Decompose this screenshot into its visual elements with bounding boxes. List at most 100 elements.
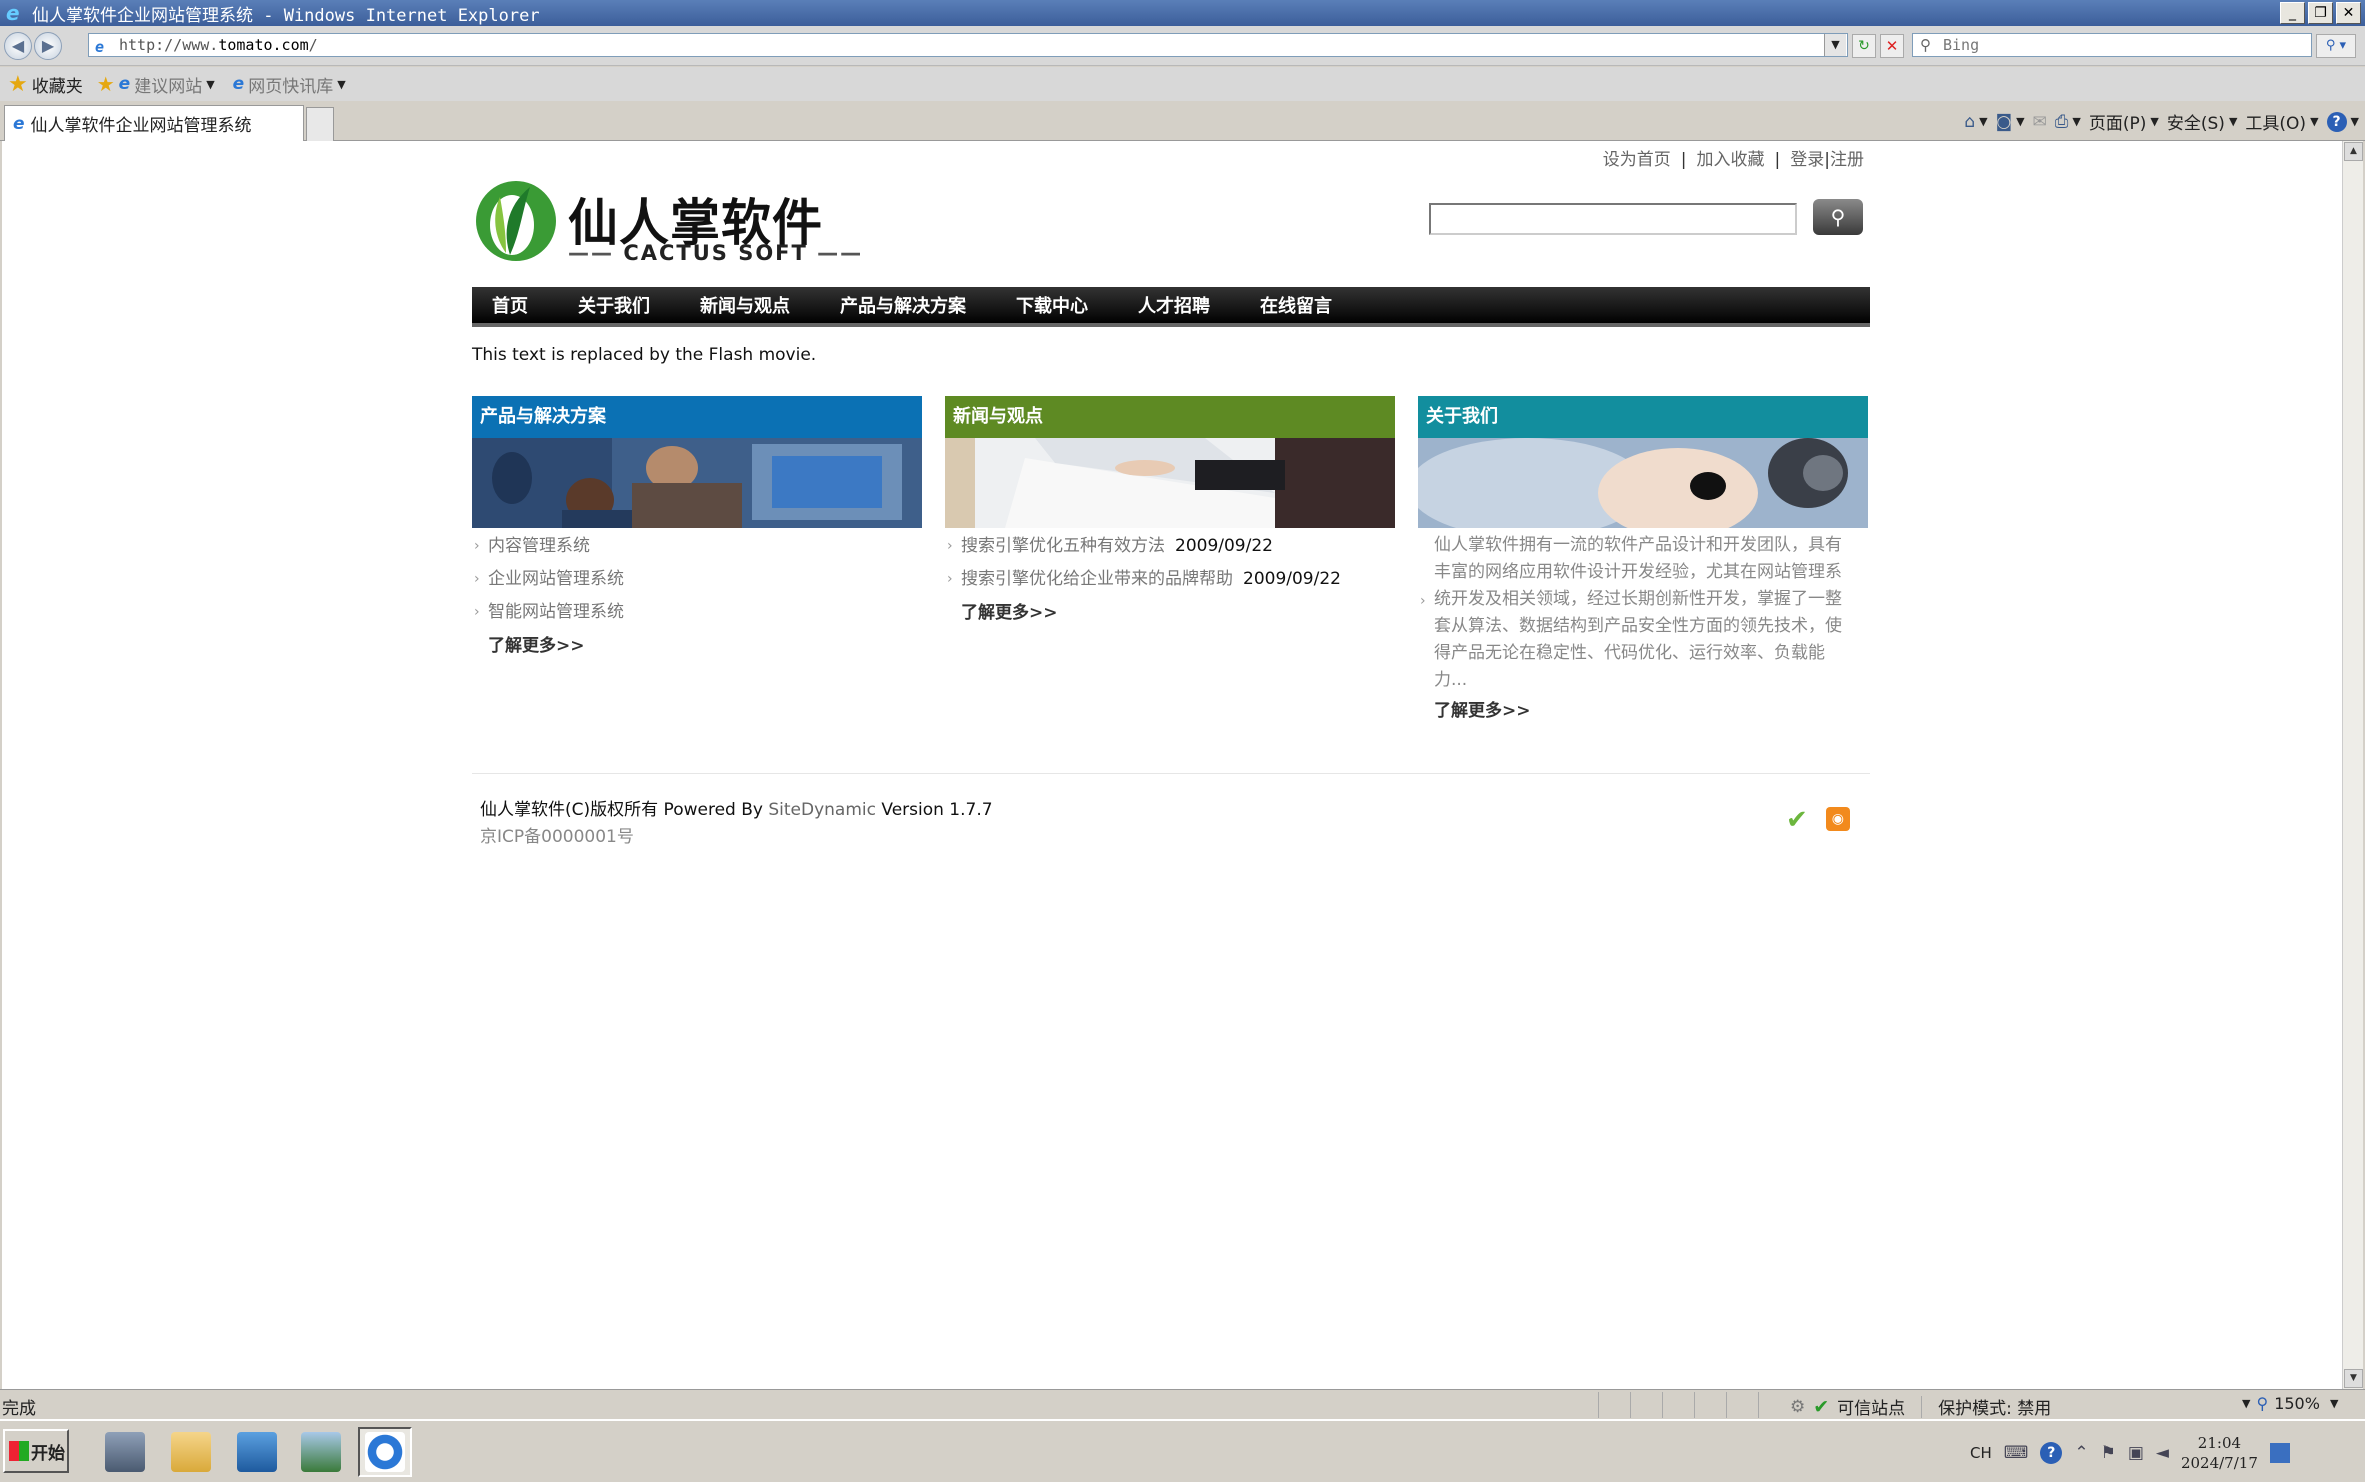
volume-muted-icon[interactable]: ◄ (2156, 1443, 2169, 1463)
ie-taskbar-button[interactable] (358, 1427, 412, 1477)
address-input[interactable]: e http://www.tomato.com/ (88, 33, 1848, 57)
powershell-launcher[interactable] (230, 1427, 284, 1477)
add-favorite-icon: ★ (96, 72, 115, 96)
clock-time: 21:04 (2197, 1434, 2242, 1452)
web-slice-gallery-link[interactable]: e 网页快讯库 ▼ (233, 72, 346, 97)
network-launcher[interactable] (294, 1427, 348, 1477)
chevron-down-icon: ▼ (2228, 115, 2238, 128)
language-indicator[interactable]: CH (1970, 1444, 1992, 1462)
address-dropdown-button[interactable]: ▼ (1824, 34, 1846, 56)
keyboard-icon[interactable]: ⌨ (2004, 1443, 2029, 1463)
sitedynamic-link[interactable]: SiteDynamic (768, 800, 876, 820)
login-link[interactable]: 登录 (1790, 150, 1824, 170)
divider: | (1680, 150, 1687, 170)
nav-products[interactable]: 产品与解决方案 (840, 292, 966, 318)
suggested-sites-link[interactable]: ★ e 建议网站 ▼ (97, 72, 215, 97)
vertical-scrollbar[interactable]: ▲ ▼ (2342, 141, 2363, 1389)
minimize-button[interactable]: _ (2280, 2, 2305, 24)
explorer-launcher[interactable] (164, 1427, 218, 1477)
list-item[interactable]: 内容管理系统 (472, 530, 922, 563)
action-center-flag-icon[interactable]: ⚑ (2101, 1443, 2116, 1463)
home-icon: ⌂ (1964, 111, 1976, 132)
news-more-link[interactable]: 了解更多>> (945, 596, 1395, 630)
tools-menu-label: 工具(O) (2245, 114, 2307, 134)
about-header: 关于我们 (1418, 396, 1868, 438)
nav-about[interactable]: 关于我们 (578, 292, 650, 318)
nav-jobs[interactable]: 人才招聘 (1138, 292, 1210, 318)
forward-button[interactable]: ▶ (34, 32, 62, 60)
rss-icon: ◙ (1995, 111, 2013, 132)
chevron-down-icon: ▼ (2072, 115, 2081, 128)
stop-button[interactable]: ✕ (1880, 34, 1904, 58)
nav-home[interactable]: 首页 (492, 292, 528, 318)
list-item[interactable]: 智能网站管理系统 (472, 596, 922, 629)
page-viewport: 设为首页 | 加入收藏 | 登录|注册 仙人掌软件 —— CACTUS SOFT —— … (2, 141, 2342, 1389)
zoom-control[interactable]: ▼ ⚲ 150% ▼ (2238, 1394, 2338, 1413)
help-button[interactable]: ? ▼ (2326, 111, 2359, 132)
nav-news[interactable]: 新闻与观点 (700, 292, 790, 318)
tools-menu[interactable]: 工具(O) ▼ (2245, 109, 2318, 134)
cactus-leaf-icon (476, 181, 556, 261)
rss-icon[interactable]: ◉ (1825, 807, 1850, 831)
news-image (945, 438, 1395, 528)
nav-download[interactable]: 下载中心 (1016, 292, 1088, 318)
mail-button[interactable]: ✉ (2033, 112, 2047, 132)
safety-menu[interactable]: 安全(S) ▼ (2167, 109, 2238, 134)
restore-button[interactable]: ❐ (2308, 2, 2333, 24)
home-button[interactable]: ⌂ ▼ (1964, 112, 1987, 132)
url-host: tomato.com (218, 36, 309, 54)
validated-check-icon[interactable]: ✔ (1786, 807, 1808, 833)
register-link[interactable]: 注册 (1830, 150, 1864, 170)
help-icon[interactable]: ? (2040, 1442, 2063, 1464)
expand-tray-icon[interactable]: ⌃ (2074, 1443, 2088, 1463)
url-prefix: http://www. (119, 36, 219, 54)
products-more-link[interactable]: 了解更多>> (472, 629, 922, 663)
mail-icon: ✉ (2032, 111, 2047, 132)
list-item[interactable]: 搜索引擎优化五种有效方法 2009/09/22 (945, 530, 1395, 563)
zone-label: 可信站点 (1837, 1399, 1906, 1419)
scroll-down-arrow[interactable]: ▼ (2344, 1369, 2363, 1388)
about-more-link[interactable]: 了解更多>> (1418, 694, 1868, 728)
print-button[interactable]: ⎙ ▼ (2055, 112, 2081, 132)
zoom-icon: ⚲ (2256, 1394, 2269, 1413)
search-go-button[interactable]: ⚲ ▾ (2316, 34, 2356, 58)
tab-active[interactable]: e 仙人掌软件企业网站管理系统 (4, 105, 304, 141)
feeds-button[interactable]: ◙ ▼ (1996, 112, 2025, 132)
page-menu-label: 页面(P) (2088, 114, 2147, 134)
show-desktop-button[interactable] (2269, 1443, 2290, 1463)
refresh-button[interactable]: ↻ (1852, 34, 1876, 58)
page-menu[interactable]: 页面(P) ▼ (2089, 109, 2159, 134)
site-logo[interactable]: 仙人掌软件 —— CACTUS SOFT —— (472, 175, 861, 275)
security-zone[interactable]: ⚙ ✔ 可信站点 保护模式: 禁用 (1790, 1394, 2051, 1419)
logo-english-label: CACTUS SOFT (623, 241, 808, 265)
favorites-button[interactable]: ★ 收藏夹 (8, 72, 83, 97)
clock[interactable]: 21:04 2024/7/17 (2181, 1433, 2258, 1473)
new-tab-button[interactable] (306, 107, 334, 141)
set-homepage-link[interactable]: 设为首页 (1603, 150, 1671, 170)
nav-message[interactable]: 在线留言 (1260, 292, 1332, 318)
back-button[interactable]: ◀ (4, 32, 32, 60)
zoom-level: 150% (2274, 1394, 2320, 1413)
favorites-label: 收藏夹 (31, 76, 83, 97)
site-search-button[interactable]: ⚲ (1813, 199, 1863, 235)
list-item[interactable]: 企业网站管理系统 (472, 563, 922, 596)
search-placeholder: Bing (1943, 36, 1980, 54)
ie-page-icon: e (13, 113, 25, 134)
list-item[interactable]: 搜索引擎优化给企业带来的品牌帮助 2009/09/22 (945, 563, 1395, 596)
chevron-down-icon: ▼ (2329, 1397, 2339, 1410)
network-tray-icon[interactable]: ▣ (2128, 1443, 2144, 1463)
add-bookmark-link[interactable]: 加入收藏 (1697, 150, 1765, 170)
help-icon: ? (2326, 111, 2347, 132)
chevron-down-icon: ▼ (2016, 115, 2025, 128)
search-input[interactable]: ⚲ Bing (1912, 33, 2312, 57)
window-titlebar: e 仙人掌软件企业网站管理系统 - Windows Internet Explo… (0, 0, 2365, 26)
command-bar: ⌂ ▼ ◙ ▼ ✉ ⎙ ▼ 页面(P) ▼ 安全(S) ▼ 工具(O) ▼ ? ▼ (1964, 109, 2359, 134)
ie-page-icon: e (118, 74, 131, 94)
system-tray: CH ⌨ ? ⌃ ⚑ ▣ ◄ 21:04 2024/7/17 (1970, 1427, 2361, 1479)
site-search-input[interactable] (1429, 203, 1797, 235)
favorites-bar: ★ 收藏夹 ★ e 建议网站 ▼ e 网页快讯库 ▼ (0, 67, 2365, 101)
close-button[interactable]: ✕ (2336, 2, 2361, 24)
start-button[interactable]: 开始 (3, 1429, 69, 1473)
server-manager-launcher[interactable] (98, 1427, 152, 1477)
scroll-up-arrow[interactable]: ▲ (2344, 142, 2363, 161)
